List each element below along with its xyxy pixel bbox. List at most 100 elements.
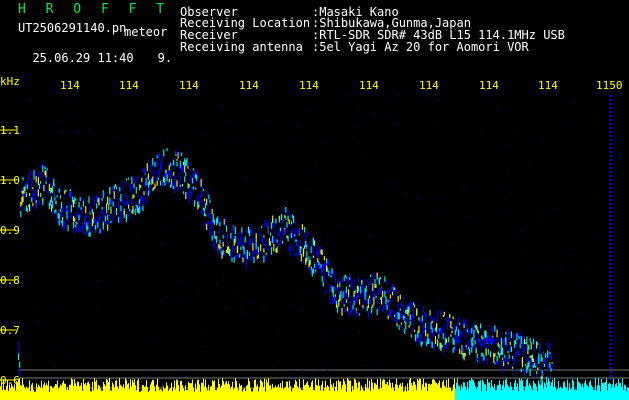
noise-pixel xyxy=(326,369,328,371)
noise-bar-column xyxy=(145,386,146,400)
signal-pixel xyxy=(25,205,27,212)
noise-bar-column xyxy=(488,382,489,400)
noise-bar-column xyxy=(256,386,257,400)
signal-pixel xyxy=(117,218,119,221)
noise-bar-column xyxy=(421,389,422,400)
signal-pixel xyxy=(256,249,258,254)
noise-bar-column xyxy=(23,384,24,400)
signal-pixel xyxy=(503,361,505,365)
app-title: H R O F F T xyxy=(18,2,171,17)
signal-pixel xyxy=(202,189,204,192)
signal-pixel xyxy=(440,327,442,333)
signal-pixel xyxy=(156,155,158,159)
noise-bar-column xyxy=(319,385,320,400)
noise-bar-column xyxy=(200,391,201,400)
noise-bar-column xyxy=(89,383,90,400)
signal-pixel xyxy=(102,190,104,198)
signal-pixel xyxy=(387,315,389,320)
noise-bar-column xyxy=(564,381,565,400)
signal-pixel xyxy=(187,191,189,199)
noise-pixel xyxy=(231,216,233,218)
signal-pixel xyxy=(537,355,539,362)
signal-pixel xyxy=(361,286,363,294)
signal-pixel xyxy=(264,221,266,228)
noise-pixel xyxy=(520,252,522,254)
noise-pixel xyxy=(373,113,375,115)
signal-pixel xyxy=(466,343,468,349)
noise-pixel xyxy=(405,192,407,194)
signal-pixel xyxy=(175,182,177,188)
noise-pixel xyxy=(179,374,181,376)
signal-pixel xyxy=(331,268,333,274)
signal-pixel xyxy=(451,328,453,331)
signal-pixel xyxy=(401,329,404,332)
noise-bar-column xyxy=(91,391,92,400)
signal-pixel xyxy=(107,214,109,220)
noise-pixel xyxy=(311,290,313,292)
noise-pixel xyxy=(382,316,384,318)
noise-pixel xyxy=(267,275,269,277)
signal-pixel xyxy=(481,353,483,357)
noise-pixel xyxy=(430,259,432,261)
signal-pixel xyxy=(328,273,330,277)
signal-pixel xyxy=(526,355,528,363)
signal-pixel xyxy=(330,284,332,288)
noise-bar-column xyxy=(611,388,612,400)
signal-pixel xyxy=(150,164,152,171)
signal-pixel xyxy=(321,268,323,273)
signal-pixel xyxy=(342,291,344,299)
noise-pixel xyxy=(598,120,600,122)
noise-bar-column xyxy=(370,390,371,400)
signal-pixel xyxy=(357,291,360,298)
noise-bar-column xyxy=(293,387,294,400)
signal-pixel xyxy=(273,243,275,252)
signal-pixel xyxy=(371,306,373,314)
noise-bar-column xyxy=(444,385,445,400)
signal-pixel xyxy=(549,362,551,368)
signal-pixel xyxy=(511,366,514,369)
noise-bar-column xyxy=(305,384,306,400)
noise-bar-column xyxy=(115,380,116,400)
signal-pixel xyxy=(40,181,42,184)
noise-bar-column xyxy=(181,381,182,400)
noise-bar-column xyxy=(54,386,55,400)
signal-pixel xyxy=(461,345,463,350)
signal-pixel xyxy=(213,242,215,250)
signal-pixel xyxy=(152,188,154,192)
signal-pixel xyxy=(441,327,443,332)
signal-pixel xyxy=(27,204,30,208)
signal-pixel xyxy=(162,156,164,162)
signal-pixel xyxy=(389,299,391,303)
noise-bar-column xyxy=(388,385,389,400)
signal-pixel xyxy=(154,183,156,189)
signal-pixel xyxy=(459,337,461,345)
noise-bar-column xyxy=(553,386,554,400)
noise-bar-column xyxy=(383,379,384,400)
signal-pixel xyxy=(430,340,432,348)
noise-bar-column xyxy=(77,382,78,400)
signal-pixel xyxy=(75,222,77,225)
signal-pixel xyxy=(503,338,505,347)
signal-pixel xyxy=(176,158,178,161)
noise-bar-column xyxy=(194,391,195,400)
info-value-antenna: :5el Yagi Az 20 for Aomori VOR xyxy=(312,40,529,54)
noise-pixel xyxy=(597,192,599,194)
signal-pixel xyxy=(387,299,389,303)
signal-pixel xyxy=(223,219,225,225)
signal-pixel xyxy=(392,285,394,289)
noise-bar-column xyxy=(407,383,408,400)
noise-bar-column xyxy=(552,379,553,400)
noise-bar-column xyxy=(426,383,427,400)
signal-pixel xyxy=(154,161,156,167)
signal-pixel xyxy=(192,180,195,184)
noise-bar-column xyxy=(528,386,529,400)
noise-bar-column xyxy=(100,388,101,400)
signal-pixel xyxy=(415,335,417,342)
noise-bar-column xyxy=(302,390,303,400)
noise-bar-column xyxy=(354,378,355,400)
noise-bar-column xyxy=(420,379,421,400)
signal-pixel xyxy=(315,271,317,274)
noise-bar-column xyxy=(431,383,432,400)
signal-pixel xyxy=(232,226,234,233)
signal-pixel xyxy=(343,276,345,282)
